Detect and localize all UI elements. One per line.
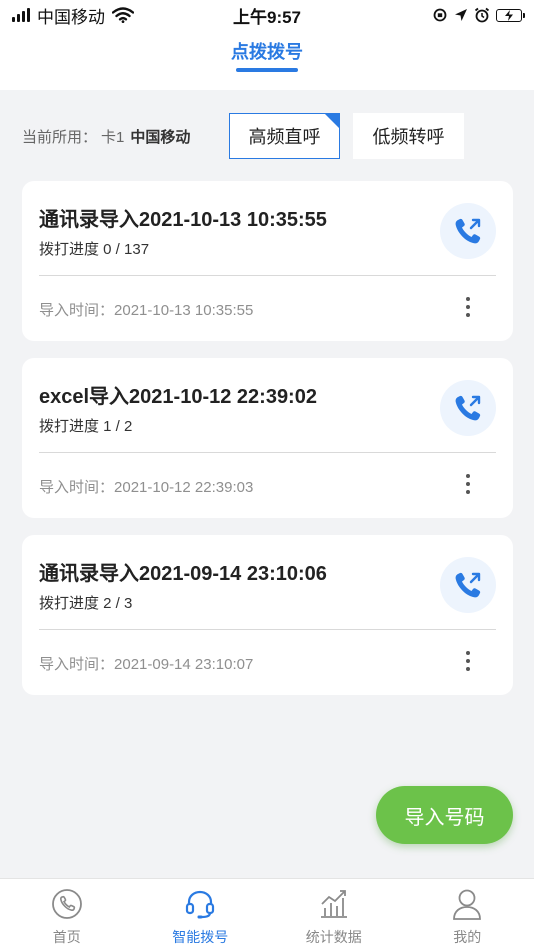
tab-smart-dial[interactable]: 智能拨号 xyxy=(134,879,268,950)
line-selector: 当前所用： 卡1 中国移动 高频直呼 低频转呼 xyxy=(0,110,534,162)
mode-high-frequency-button[interactable]: 高频直呼 xyxy=(229,113,340,159)
import-progress: 拨打进度 1 / 2 xyxy=(39,418,133,435)
import-title: excel导入2021-10-12 22:39:02 xyxy=(39,386,317,408)
import-time: 导入时间：2021-09-14 23:10:07 xyxy=(39,653,253,674)
location-icon xyxy=(455,9,467,21)
more-options-icon[interactable] xyxy=(459,472,477,496)
import-title: 通讯录导入2021-10-13 10:35:55 xyxy=(39,209,327,231)
call-button[interactable] xyxy=(440,557,496,613)
page-title-text: 点拨拨号 xyxy=(231,42,303,62)
status-left: 中国移动 xyxy=(12,3,134,28)
import-card[interactable]: 通讯录导入2021-09-14 23:10:06 拨打进度 2 / 3 导入时间… xyxy=(22,535,513,695)
tab-smart-dial-label: 智能拨号 xyxy=(172,929,229,945)
line-label: 当前所用： xyxy=(22,128,98,146)
import-title: 通讯录导入2021-09-14 23:10:06 xyxy=(39,563,327,585)
headset-icon xyxy=(183,887,217,921)
wifi-icon xyxy=(112,7,134,23)
signal-icon xyxy=(12,8,30,22)
import-time-label: 导入时间： xyxy=(39,656,115,673)
more-options-icon[interactable] xyxy=(459,295,477,319)
card-divider xyxy=(39,275,496,276)
import-numbers-button[interactable]: 导入号码 xyxy=(376,786,513,844)
import-progress: 拨打进度 2 / 3 xyxy=(39,595,133,612)
call-button[interactable] xyxy=(440,203,496,259)
user-icon xyxy=(450,887,484,921)
more-options-icon[interactable] xyxy=(459,649,477,673)
tab-home[interactable]: 首页 xyxy=(0,879,134,950)
import-progress: 拨打进度 0 / 137 xyxy=(39,241,150,258)
call-button[interactable] xyxy=(440,380,496,436)
orientation-lock-icon xyxy=(433,8,447,22)
card-divider xyxy=(39,629,496,630)
phone-call-icon xyxy=(455,572,481,598)
tab-home-label: 首页 xyxy=(52,929,81,945)
status-bar: 中国移动 上午9:57 xyxy=(0,0,534,30)
line-carrier: 中国移动 xyxy=(130,128,191,146)
import-time-label: 导入时间： xyxy=(39,302,115,319)
phone-icon xyxy=(50,887,84,921)
import-time-value: 2021-10-12 22:39:03 xyxy=(114,479,254,496)
mode-high-frequency-label: 高频直呼 xyxy=(248,127,321,147)
card-divider xyxy=(39,452,496,453)
import-card[interactable]: excel导入2021-10-12 22:39:02 拨打进度 1 / 2 导入… xyxy=(22,358,513,518)
import-time-value: 2021-10-13 10:35:55 xyxy=(114,302,254,319)
phone-call-icon xyxy=(455,395,481,421)
tab-statistics[interactable]: 统计数据 xyxy=(267,879,401,950)
import-time-label: 导入时间： xyxy=(39,479,115,496)
line-card: 卡1 xyxy=(101,128,125,146)
tab-profile-label: 我的 xyxy=(453,929,482,945)
tab-profile[interactable]: 我的 xyxy=(401,879,534,950)
tab-bar: 首页 智能拨号 统计数据 我的 xyxy=(0,878,534,950)
status-right xyxy=(432,7,525,23)
title-underline xyxy=(236,68,298,72)
alarm-icon xyxy=(474,7,490,23)
import-time: 导入时间：2021-10-13 10:35:55 xyxy=(39,299,253,320)
mode-low-frequency-label: 低频转呼 xyxy=(372,127,445,147)
import-numbers-label: 导入号码 xyxy=(404,806,485,829)
battery-icon xyxy=(496,8,525,22)
selected-corner-flag xyxy=(325,114,339,128)
import-time-value: 2021-09-14 23:10:07 xyxy=(114,656,254,673)
status-carrier: 中国移动 xyxy=(37,7,105,27)
mode-low-frequency-button[interactable]: 低频转呼 xyxy=(353,113,464,159)
page-title: 点拨拨号 xyxy=(231,38,303,72)
import-card[interactable]: 通讯录导入2021-10-13 10:35:55 拨打进度 0 / 137 导入… xyxy=(22,181,513,341)
phone-call-icon xyxy=(455,218,481,244)
import-time: 导入时间：2021-10-12 22:39:03 xyxy=(39,476,253,497)
tab-statistics-label: 统计数据 xyxy=(305,929,362,945)
nav-header: 点拨拨号 xyxy=(0,30,534,90)
chart-icon xyxy=(317,887,351,921)
